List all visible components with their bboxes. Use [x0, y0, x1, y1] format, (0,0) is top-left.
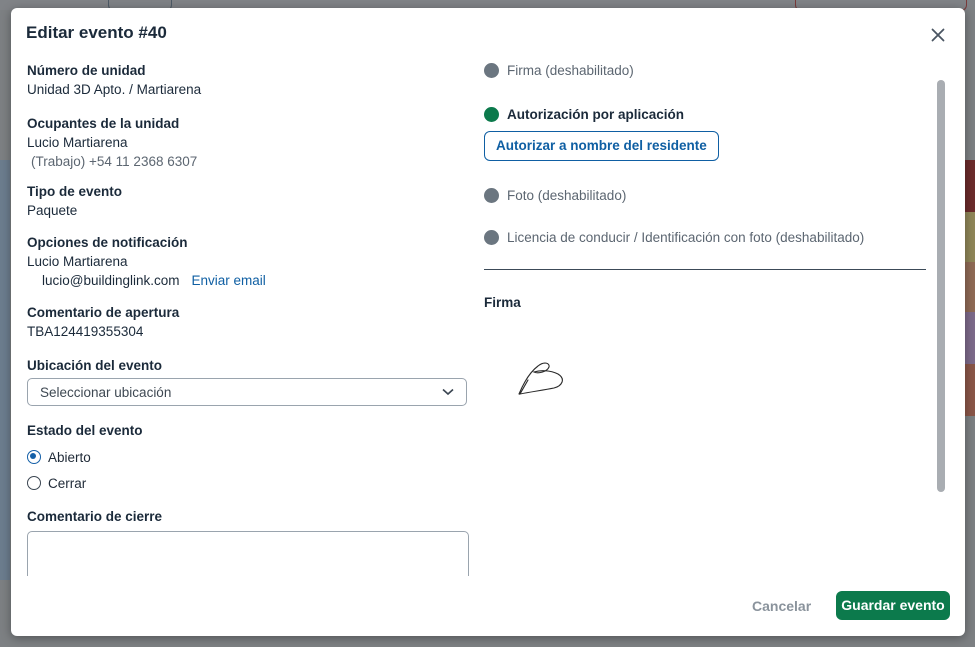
event-type-value: Paquete — [27, 203, 78, 218]
occupant-name: Lucio Martiarena — [27, 135, 128, 150]
closing-comment-field: Comentario de cierre — [27, 508, 472, 576]
save-event-button[interactable]: Guardar evento — [836, 591, 950, 620]
bg-row-red — [965, 160, 975, 212]
status-option-close[interactable]: Cerrar — [27, 470, 472, 496]
occupants-field: Ocupantes de la unidad Lucio Martiarena … — [27, 115, 472, 171]
send-email-link[interactable]: Enviar email — [192, 271, 266, 290]
pickup-options-column: Firma (deshabilitado) Autorización por a… — [484, 62, 927, 576]
authorize-resident-button[interactable]: Autorizar a nombre del residente — [484, 131, 719, 161]
bg-row-orange — [965, 262, 975, 312]
notify-email: lucio@buildinglink.com — [42, 273, 180, 288]
status-option-open-label: Abierto — [48, 449, 91, 465]
closing-comment-label: Comentario de cierre — [27, 509, 163, 524]
occupant-phone: (Trabajo) +54 11 2368 6307 — [31, 154, 198, 169]
radio-close[interactable] — [27, 476, 41, 490]
event-details-column: Número de unidad Unidad 3D Apto. / Marti… — [27, 62, 472, 576]
status-dot-icon — [484, 106, 499, 122]
location-field: Ubicación del evento Seleccionar ubicaci… — [27, 357, 472, 406]
occupants-label: Ocupantes de la unidad — [27, 116, 180, 131]
event-type-field: Tipo de evento Paquete — [27, 183, 472, 220]
opening-comment-field: Comentario de apertura TBA124419355304 — [27, 304, 472, 341]
status-option-open[interactable]: Abierto — [27, 444, 472, 470]
opening-comment-value: TBA124419355304 — [27, 324, 144, 339]
pickup-option-app-authorization: Autorización por aplicación — [484, 106, 927, 122]
unit-field: Número de unidad Unidad 3D Apto. / Marti… — [27, 62, 472, 99]
status-dot-icon — [484, 62, 499, 78]
bg-row-yellow — [965, 212, 975, 262]
location-select-value: Seleccionar ubicación — [40, 384, 172, 400]
location-select[interactable]: Seleccionar ubicación — [27, 378, 467, 406]
pickup-option-signature: Firma (deshabilitado) — [484, 62, 927, 78]
status-dot-icon — [484, 187, 499, 203]
close-icon[interactable] — [929, 26, 947, 44]
status-label: Estado del evento — [27, 423, 143, 438]
status-dot-icon — [484, 229, 499, 245]
notify-label: Opciones de notificación — [27, 235, 188, 250]
chevron-down-icon — [442, 388, 454, 396]
location-label: Ubicación del evento — [27, 358, 163, 373]
unit-value: Unidad 3D Apto. / Martiarena — [27, 82, 202, 97]
event-type-label: Tipo de evento — [27, 184, 123, 199]
modal-footer: Cancelar Guardar evento — [11, 591, 965, 623]
status-field: Estado del evento Abierto Cerrar — [27, 422, 472, 496]
bg-left-panel — [0, 160, 10, 580]
pickup-option-id: Licencia de conducir / Identificación co… — [484, 229, 927, 245]
section-divider — [484, 269, 926, 270]
radio-open[interactable] — [27, 450, 41, 464]
bg-row-brown — [965, 364, 975, 416]
modal-title: Editar evento #40 — [26, 23, 167, 42]
scrollbar[interactable] — [937, 80, 945, 492]
bg-row-purple — [965, 312, 975, 364]
closing-comment-textarea[interactable] — [27, 531, 469, 576]
pickup-option-photo: Foto (deshabilitado) — [484, 187, 927, 203]
opening-comment-label: Comentario de apertura — [27, 305, 180, 320]
pickup-option-label: Autorización por aplicación — [507, 106, 685, 122]
cancel-button[interactable]: Cancelar — [752, 598, 811, 614]
unit-label: Número de unidad — [27, 63, 146, 78]
pickup-option-label: Licencia de conducir / Identificación co… — [507, 229, 865, 245]
pickup-option-label: Foto (deshabilitado) — [507, 187, 627, 203]
signature-label: Firma — [484, 295, 521, 310]
notify-field: Opciones de notificación Lucio Martiaren… — [27, 234, 472, 290]
status-option-close-label: Cerrar — [48, 475, 87, 491]
notify-name: Lucio Martiarena — [27, 254, 128, 269]
signature-image — [518, 362, 563, 395]
pickup-option-label: Firma (deshabilitado) — [507, 62, 634, 78]
edit-event-modal: Editar evento #40 Número de unidad Unida… — [11, 8, 965, 636]
notify-email-row: lucio@buildinglink.com Enviar email — [27, 271, 472, 290]
